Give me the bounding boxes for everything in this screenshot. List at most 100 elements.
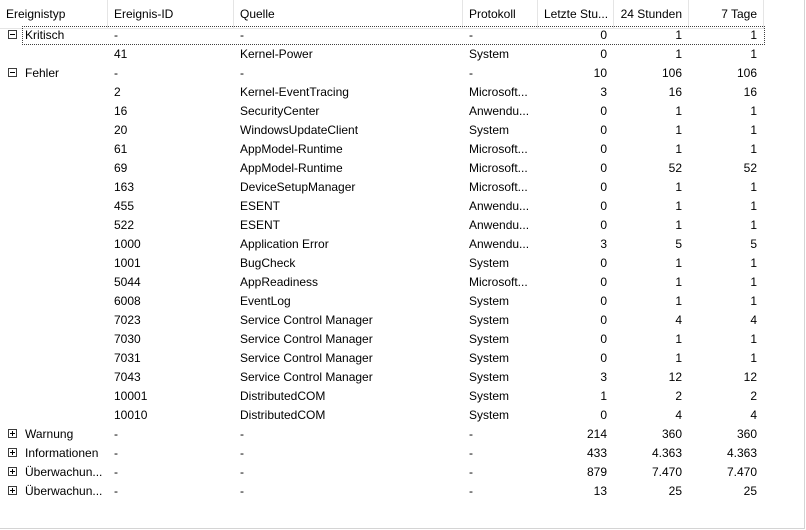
cell-7-days: 5 bbox=[750, 237, 757, 251]
column-header-row: Ereignistyp Ereignis-ID Quelle Protokoll… bbox=[0, 0, 764, 29]
column-header-24-hours[interactable]: 24 Stunden bbox=[614, 0, 689, 28]
cell-24-hours: 1 bbox=[675, 123, 682, 137]
table-row[interactable]: 16 SecurityCenter Anwendu... 0 1 1 bbox=[0, 102, 764, 121]
cell-source: SecurityCenter bbox=[240, 104, 320, 118]
cell-event-id: 163 bbox=[114, 180, 135, 194]
table-row[interactable]: 163 DeviceSetupManager Microsoft... 0 1 1 bbox=[0, 178, 764, 197]
cell-24-hours: 4 bbox=[675, 313, 682, 327]
cell-last-hour: 0 bbox=[600, 256, 607, 270]
cell-event-id: 7031 bbox=[114, 351, 141, 365]
cell-7-days: 1 bbox=[750, 28, 757, 42]
cell-source: - bbox=[240, 427, 244, 441]
cell-7-days: 1 bbox=[750, 104, 757, 118]
expand-icon[interactable] bbox=[8, 486, 17, 495]
group-row[interactable]: Fehler - - - 10 106 106 bbox=[0, 64, 764, 83]
cell-source: AppModel-Runtime bbox=[240, 161, 343, 175]
cell-7-days: 7.470 bbox=[726, 465, 757, 479]
table-row[interactable]: 10010 DistributedCOM System 0 4 4 bbox=[0, 406, 764, 425]
group-row[interactable]: Kritisch - - - 0 1 1 bbox=[0, 26, 765, 45]
cell-event-type bbox=[19, 102, 108, 121]
cell-log: Microsoft... bbox=[469, 142, 528, 156]
table-row[interactable]: 7043 Service Control Manager System 3 12 12 bbox=[0, 368, 764, 387]
cell-log: System bbox=[469, 370, 510, 384]
cell-event-id: 61 bbox=[114, 142, 128, 156]
group-row[interactable]: Informationen - - - 433 4.363 4.363 bbox=[0, 444, 764, 463]
cell-log: Anwendu... bbox=[469, 237, 530, 251]
cell-log: System bbox=[469, 389, 510, 403]
cell-log: Anwendu... bbox=[469, 104, 530, 118]
expand-icon[interactable] bbox=[8, 429, 17, 438]
cell-24-hours: 1 bbox=[675, 199, 682, 213]
table-row[interactable]: 1001 BugCheck System 0 1 1 bbox=[0, 254, 764, 273]
cell-source: AppReadiness bbox=[240, 275, 319, 289]
cell-log: Microsoft... bbox=[469, 275, 528, 289]
table-row[interactable]: 2 Kernel-EventTracing Microsoft... 3 16 16 bbox=[0, 83, 764, 102]
cell-last-hour: 0 bbox=[600, 123, 607, 137]
cell-log: - bbox=[469, 446, 473, 460]
cell-24-hours: 1 bbox=[675, 28, 682, 42]
cell-log: System bbox=[469, 332, 510, 346]
column-header-event-id[interactable]: Ereignis-ID bbox=[108, 0, 234, 28]
cell-source: DistributedCOM bbox=[240, 389, 326, 403]
table-row[interactable]: 61 AppModel-Runtime Microsoft... 0 1 1 bbox=[0, 140, 764, 159]
cell-event-type bbox=[19, 178, 108, 197]
cell-event-type bbox=[19, 406, 108, 425]
cell-source: - bbox=[240, 465, 244, 479]
cell-24-hours: 16 bbox=[668, 85, 682, 99]
table-row[interactable]: 7023 Service Control Manager System 0 4 4 bbox=[0, 311, 764, 330]
cell-log: Microsoft... bbox=[469, 180, 528, 194]
cell-source: - bbox=[240, 28, 244, 42]
cell-event-id: 522 bbox=[114, 218, 135, 232]
cell-log: System bbox=[469, 313, 510, 327]
cell-event-id: 1000 bbox=[114, 237, 141, 251]
group-row[interactable]: Überwachun... - - -879 7.470 7.470 bbox=[0, 463, 764, 482]
cell-7-days: 1 bbox=[750, 294, 757, 308]
table-row[interactable]: 455 ESENT Anwendu... 0 1 1 bbox=[0, 197, 764, 216]
column-header-event-type[interactable]: Ereignistyp bbox=[0, 0, 108, 28]
cell-last-hour: 433 bbox=[586, 446, 607, 460]
cell-log: Microsoft... bbox=[469, 85, 528, 99]
cell-24-hours: 1 bbox=[675, 47, 682, 61]
table-row[interactable]: 6008 EventLog System 0 1 1 bbox=[0, 292, 764, 311]
table-row[interactable]: 41 Kernel-Power System 0 1 1 bbox=[0, 45, 764, 64]
cell-source: ESENT bbox=[240, 218, 281, 232]
cell-event-type: Informationen bbox=[25, 446, 99, 460]
column-header-log[interactable]: Protokoll bbox=[463, 0, 538, 28]
table-row[interactable]: 522 ESENT Anwendu... 0 1 1 bbox=[0, 216, 764, 235]
column-header-last-hour[interactable]: Letzte Stu... bbox=[538, 0, 614, 28]
column-header-7-days[interactable]: 7 Tage bbox=[689, 0, 764, 28]
cell-event-type bbox=[19, 273, 108, 292]
expand-icon[interactable] bbox=[8, 448, 17, 457]
cell-24-hours: 1 bbox=[675, 180, 682, 194]
table-row[interactable]: 10001 DistributedCOM System 1 2 2 bbox=[0, 387, 764, 406]
cell-source: Service Control Manager bbox=[240, 370, 373, 384]
cell-24-hours: 2 bbox=[675, 389, 682, 403]
cell-source: WindowsUpdateClient bbox=[240, 123, 359, 137]
table-row[interactable]: 7031 Service Control Manager System 0 1 1 bbox=[0, 349, 764, 368]
table-row[interactable]: 20 WindowsUpdateClient System 0 1 1 bbox=[0, 121, 764, 140]
cell-7-days: 4 bbox=[750, 313, 757, 327]
cell-7-days: 1 bbox=[750, 275, 757, 289]
cell-last-hour: 0 bbox=[600, 313, 607, 327]
cell-7-days: 106 bbox=[736, 66, 757, 80]
cell-7-days: 360 bbox=[736, 427, 757, 441]
cell-7-days: 1 bbox=[750, 180, 757, 194]
cell-event-type bbox=[19, 387, 108, 406]
group-row[interactable]: Warnung - - - 214 360 360 bbox=[0, 425, 764, 444]
collapse-icon[interactable] bbox=[8, 68, 17, 77]
group-row[interactable]: Überwachun... - - -13 25 25 bbox=[0, 482, 764, 501]
table-row[interactable]: 7030 Service Control Manager System 0 1 1 bbox=[0, 330, 764, 349]
cell-7-days: 1 bbox=[750, 351, 757, 365]
cell-event-id: 7023 bbox=[114, 313, 141, 327]
expand-icon[interactable] bbox=[8, 467, 17, 476]
collapse-icon[interactable] bbox=[8, 30, 17, 39]
column-header-source[interactable]: Quelle bbox=[234, 0, 463, 28]
table-row[interactable]: 1000 Application Error Anwendu... 3 5 5 bbox=[0, 235, 764, 254]
cell-last-hour: 0 bbox=[600, 161, 607, 175]
table-row[interactable]: 5044 AppReadiness Microsoft... 0 1 1 bbox=[0, 273, 764, 292]
table-row[interactable]: 69 AppModel-Runtime Microsoft... 0 52 52 bbox=[0, 159, 764, 178]
cell-7-days: 4 bbox=[750, 408, 757, 422]
cell-log: System bbox=[469, 351, 510, 365]
cell-24-hours: 12 bbox=[668, 370, 682, 384]
cell-7-days: 1 bbox=[750, 123, 757, 137]
